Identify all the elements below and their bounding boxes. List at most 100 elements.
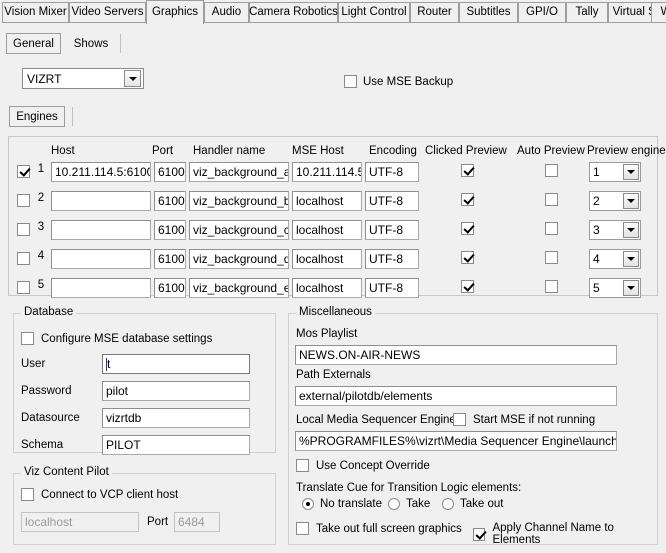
engine-preview-engine-combo[interactable]: 3: [589, 220, 641, 240]
tab-vision-mixer[interactable]: Vision Mixer: [2, 2, 69, 23]
graphics-provider-combo[interactable]: VIZRT: [22, 68, 144, 89]
connect-vcp-row[interactable]: Connect to VCP client host: [21, 488, 178, 501]
engine-clicked-preview-checkbox[interactable]: [461, 222, 474, 235]
engine-encoding-input[interactable]: UTF-8: [365, 220, 419, 240]
db-user-input[interactable]: t: [102, 354, 250, 374]
engine-encoding-input[interactable]: UTF-8: [365, 162, 419, 182]
miscellaneous-legend: Miscellaneous: [296, 306, 375, 318]
engine-clicked-preview-checkbox[interactable]: [461, 280, 474, 293]
engine-port-input[interactable]: 6100: [154, 191, 186, 211]
engine-mse-host-input[interactable]: localhost: [292, 191, 362, 211]
engine-enabled-checkbox[interactable]: [17, 252, 30, 265]
db-password-input[interactable]: pilot: [102, 381, 250, 401]
engine-preview-engine-combo[interactable]: 5: [589, 278, 641, 298]
chevron-down-icon[interactable]: [124, 70, 141, 87]
use-concept-override-checkbox[interactable]: [296, 459, 309, 472]
radio-take-input[interactable]: [388, 498, 400, 510]
engine-port-input[interactable]: 6100: [154, 220, 186, 240]
engine-auto-preview-checkbox[interactable]: [545, 280, 558, 293]
configure-mse-db-row[interactable]: Configure MSE database settings: [21, 332, 212, 345]
engine-handler-input[interactable]: viz_background_b: [189, 191, 289, 211]
engine-mse-host-input[interactable]: localhost: [292, 220, 362, 240]
engine-enabled-checkbox[interactable]: [17, 165, 30, 178]
start-mse-checkbox[interactable]: [453, 413, 466, 426]
tab-light-control[interactable]: Light Control: [338, 2, 410, 23]
engine-encoding-input[interactable]: UTF-8: [365, 278, 419, 298]
engine-preview-engine-combo[interactable]: 1: [589, 162, 641, 182]
viz-content-pilot-legend: Viz Content Pilot: [21, 466, 112, 478]
radio-no-translate-input[interactable]: [302, 498, 314, 510]
tab-router[interactable]: Router: [410, 2, 459, 23]
engine-clicked-preview-checkbox[interactable]: [461, 251, 474, 264]
engine-host-input[interactable]: [51, 249, 151, 269]
engine-handler-input[interactable]: viz_background_c: [189, 220, 289, 240]
tab-subtitles[interactable]: Subtitles: [459, 2, 518, 23]
chevron-down-icon[interactable]: [623, 193, 639, 209]
tab-tally[interactable]: Tally: [566, 2, 608, 23]
engine-enabled-checkbox[interactable]: [17, 194, 30, 207]
db-user-value: t: [107, 357, 110, 371]
tab-graphics[interactable]: Graphics: [146, 0, 204, 24]
apply-channel-name-checkbox[interactable]: [473, 528, 485, 541]
engine-auto-preview-checkbox[interactable]: [545, 193, 558, 206]
tab-general[interactable]: General: [6, 33, 61, 54]
engine-host-input[interactable]: 10.211.114.5:6100: [51, 162, 151, 182]
engine-host-input[interactable]: [51, 220, 151, 240]
engine-mse-host-input[interactable]: localhost: [292, 278, 362, 298]
engine-port-input[interactable]: 6100: [154, 278, 186, 298]
radio-take-out-input[interactable]: [442, 498, 454, 510]
vcp-port-input[interactable]: 6484: [174, 512, 220, 532]
engine-handler-input[interactable]: viz_background_a: [189, 162, 289, 182]
engine-mse-host-input[interactable]: localhost: [292, 249, 362, 269]
use-mse-backup-label: Use MSE Backup: [363, 76, 453, 88]
vcp-host-input[interactable]: localhost: [21, 512, 139, 532]
use-concept-override-row[interactable]: Use Concept Override: [296, 459, 430, 472]
engine-handler-input[interactable]: viz_background_d: [189, 249, 289, 269]
chevron-down-icon[interactable]: [623, 164, 639, 180]
engine-preview-engine-combo[interactable]: 2: [589, 191, 641, 211]
engine-encoding-input[interactable]: UTF-8: [365, 249, 419, 269]
radio-take-out[interactable]: Take out: [442, 498, 503, 510]
chevron-down-icon[interactable]: [623, 222, 639, 238]
use-mse-backup-row[interactable]: Use MSE Backup: [344, 75, 453, 88]
engine-handler-input[interactable]: viz_background_e: [189, 278, 289, 298]
engine-host-input[interactable]: [51, 191, 151, 211]
engine-clicked-preview-checkbox[interactable]: [461, 193, 474, 206]
tab-overflow[interactable]: W: [651, 2, 666, 23]
tab-gpi-o[interactable]: GPI/O: [518, 2, 566, 23]
engine-mse-host-input[interactable]: 10.211.114.5: [292, 162, 362, 182]
take-out-full-screen-checkbox[interactable]: [296, 522, 309, 535]
engine-auto-preview-checkbox[interactable]: [545, 222, 558, 235]
connect-vcp-checkbox[interactable]: [21, 488, 34, 501]
db-schema-input[interactable]: PILOT: [102, 435, 250, 455]
engine-enabled-checkbox[interactable]: [17, 281, 30, 294]
tab-audio[interactable]: Audio: [204, 2, 249, 23]
radio-take[interactable]: Take: [388, 498, 430, 510]
engines-table-panel: Host Port Handler name MSE Host Encoding…: [8, 136, 658, 296]
db-datasource-input[interactable]: vizrtdb: [102, 408, 250, 428]
mos-playlist-input[interactable]: NEWS.ON-AIR-NEWS: [295, 345, 617, 365]
path-externals-input[interactable]: external/pilotdb/elements: [295, 386, 617, 406]
apply-channel-name-row[interactable]: Apply Channel Name to Elements: [473, 522, 657, 546]
engine-host-input[interactable]: [51, 278, 151, 298]
engine-port-input[interactable]: 6100: [154, 162, 186, 182]
configure-mse-db-checkbox[interactable]: [21, 332, 34, 345]
engine-clicked-preview-checkbox[interactable]: [461, 164, 474, 177]
engine-encoding-input[interactable]: UTF-8: [365, 191, 419, 211]
use-mse-backup-checkbox[interactable]: [344, 75, 357, 88]
tab-engines[interactable]: Engines: [9, 106, 65, 127]
radio-no-translate[interactable]: No translate: [302, 498, 382, 510]
engine-auto-preview-checkbox[interactable]: [545, 251, 558, 264]
chevron-down-icon[interactable]: [623, 251, 639, 267]
take-out-full-screen-row[interactable]: Take out full screen graphics: [296, 522, 462, 535]
chevron-down-icon[interactable]: [623, 280, 639, 296]
tab-camera-robotics[interactable]: Camera Robotics: [249, 2, 338, 23]
tab-video-servers[interactable]: Video Servers: [69, 2, 146, 23]
engine-preview-engine-combo[interactable]: 4: [589, 249, 641, 269]
engine-auto-preview-checkbox[interactable]: [545, 164, 558, 177]
engine-port-input[interactable]: 6100: [154, 249, 186, 269]
tab-shows[interactable]: Shows: [67, 33, 115, 54]
db-user-label: User: [21, 358, 45, 370]
engine-enabled-checkbox[interactable]: [17, 223, 30, 236]
mse-launcher-path-input[interactable]: %PROGRAMFILES%\vizrt\Media Sequencer Eng…: [295, 431, 617, 451]
